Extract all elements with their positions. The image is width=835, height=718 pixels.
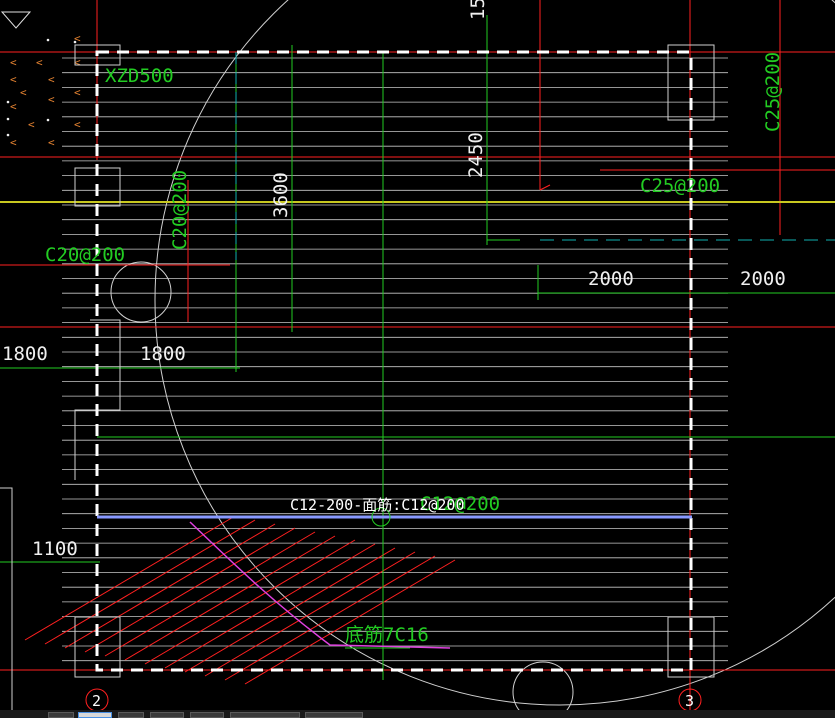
label-xzd500: XZD500 <box>105 65 174 87</box>
svg-text:<: < <box>28 118 35 131</box>
svg-text:<: < <box>48 136 55 149</box>
svg-text:<: < <box>36 56 43 69</box>
svg-text:<: < <box>48 73 55 86</box>
svg-text:<: < <box>74 118 81 131</box>
dim-1800-left: 1800 <box>2 343 48 365</box>
tab-5[interactable] <box>190 712 224 718</box>
label-c20-horizontal: C20@200 <box>45 244 125 266</box>
dim-2000-right: 2000 <box>740 268 786 290</box>
canvas-background <box>0 0 835 718</box>
axis-3-label: 3 <box>685 692 694 710</box>
svg-text:<: < <box>10 100 17 113</box>
tab-7[interactable] <box>305 712 363 718</box>
tab-3[interactable] <box>118 712 144 718</box>
svg-text:<: < <box>20 86 27 99</box>
tab-1[interactable] <box>48 712 74 718</box>
axis-2-label: 2 <box>92 692 101 710</box>
label-bottom-bar: 底筋7C16 <box>345 624 429 646</box>
cad-drawing-canvas[interactable]: < < < < < < < < < < < < < < 155 3600 245… <box>0 0 835 718</box>
tab-2[interactable] <box>78 712 112 718</box>
tab-6[interactable] <box>230 712 300 718</box>
dim-1800-right: 1800 <box>140 343 186 365</box>
label-top-rebar[interactable]: C12-200-面筋:C12@200 <box>290 496 465 514</box>
dim-155: 155 <box>467 0 489 20</box>
dim-1100: 1100 <box>32 538 78 560</box>
svg-text:<: < <box>48 93 55 106</box>
svg-text:<: < <box>10 73 17 86</box>
dim-2450: 2450 <box>465 132 487 178</box>
hatch-arrow-icon: < <box>10 56 17 69</box>
dim-3600: 3600 <box>270 172 292 218</box>
label-c25-vertical: C25@200 <box>762 52 784 132</box>
svg-text:<: < <box>74 86 81 99</box>
tab-4[interactable] <box>150 712 184 718</box>
label-c25-horizontal: C25@200 <box>640 175 720 197</box>
label-c20-vertical: C20@200 <box>169 170 191 250</box>
dim-2000-left: 2000 <box>588 268 634 290</box>
svg-text:<: < <box>10 136 17 149</box>
